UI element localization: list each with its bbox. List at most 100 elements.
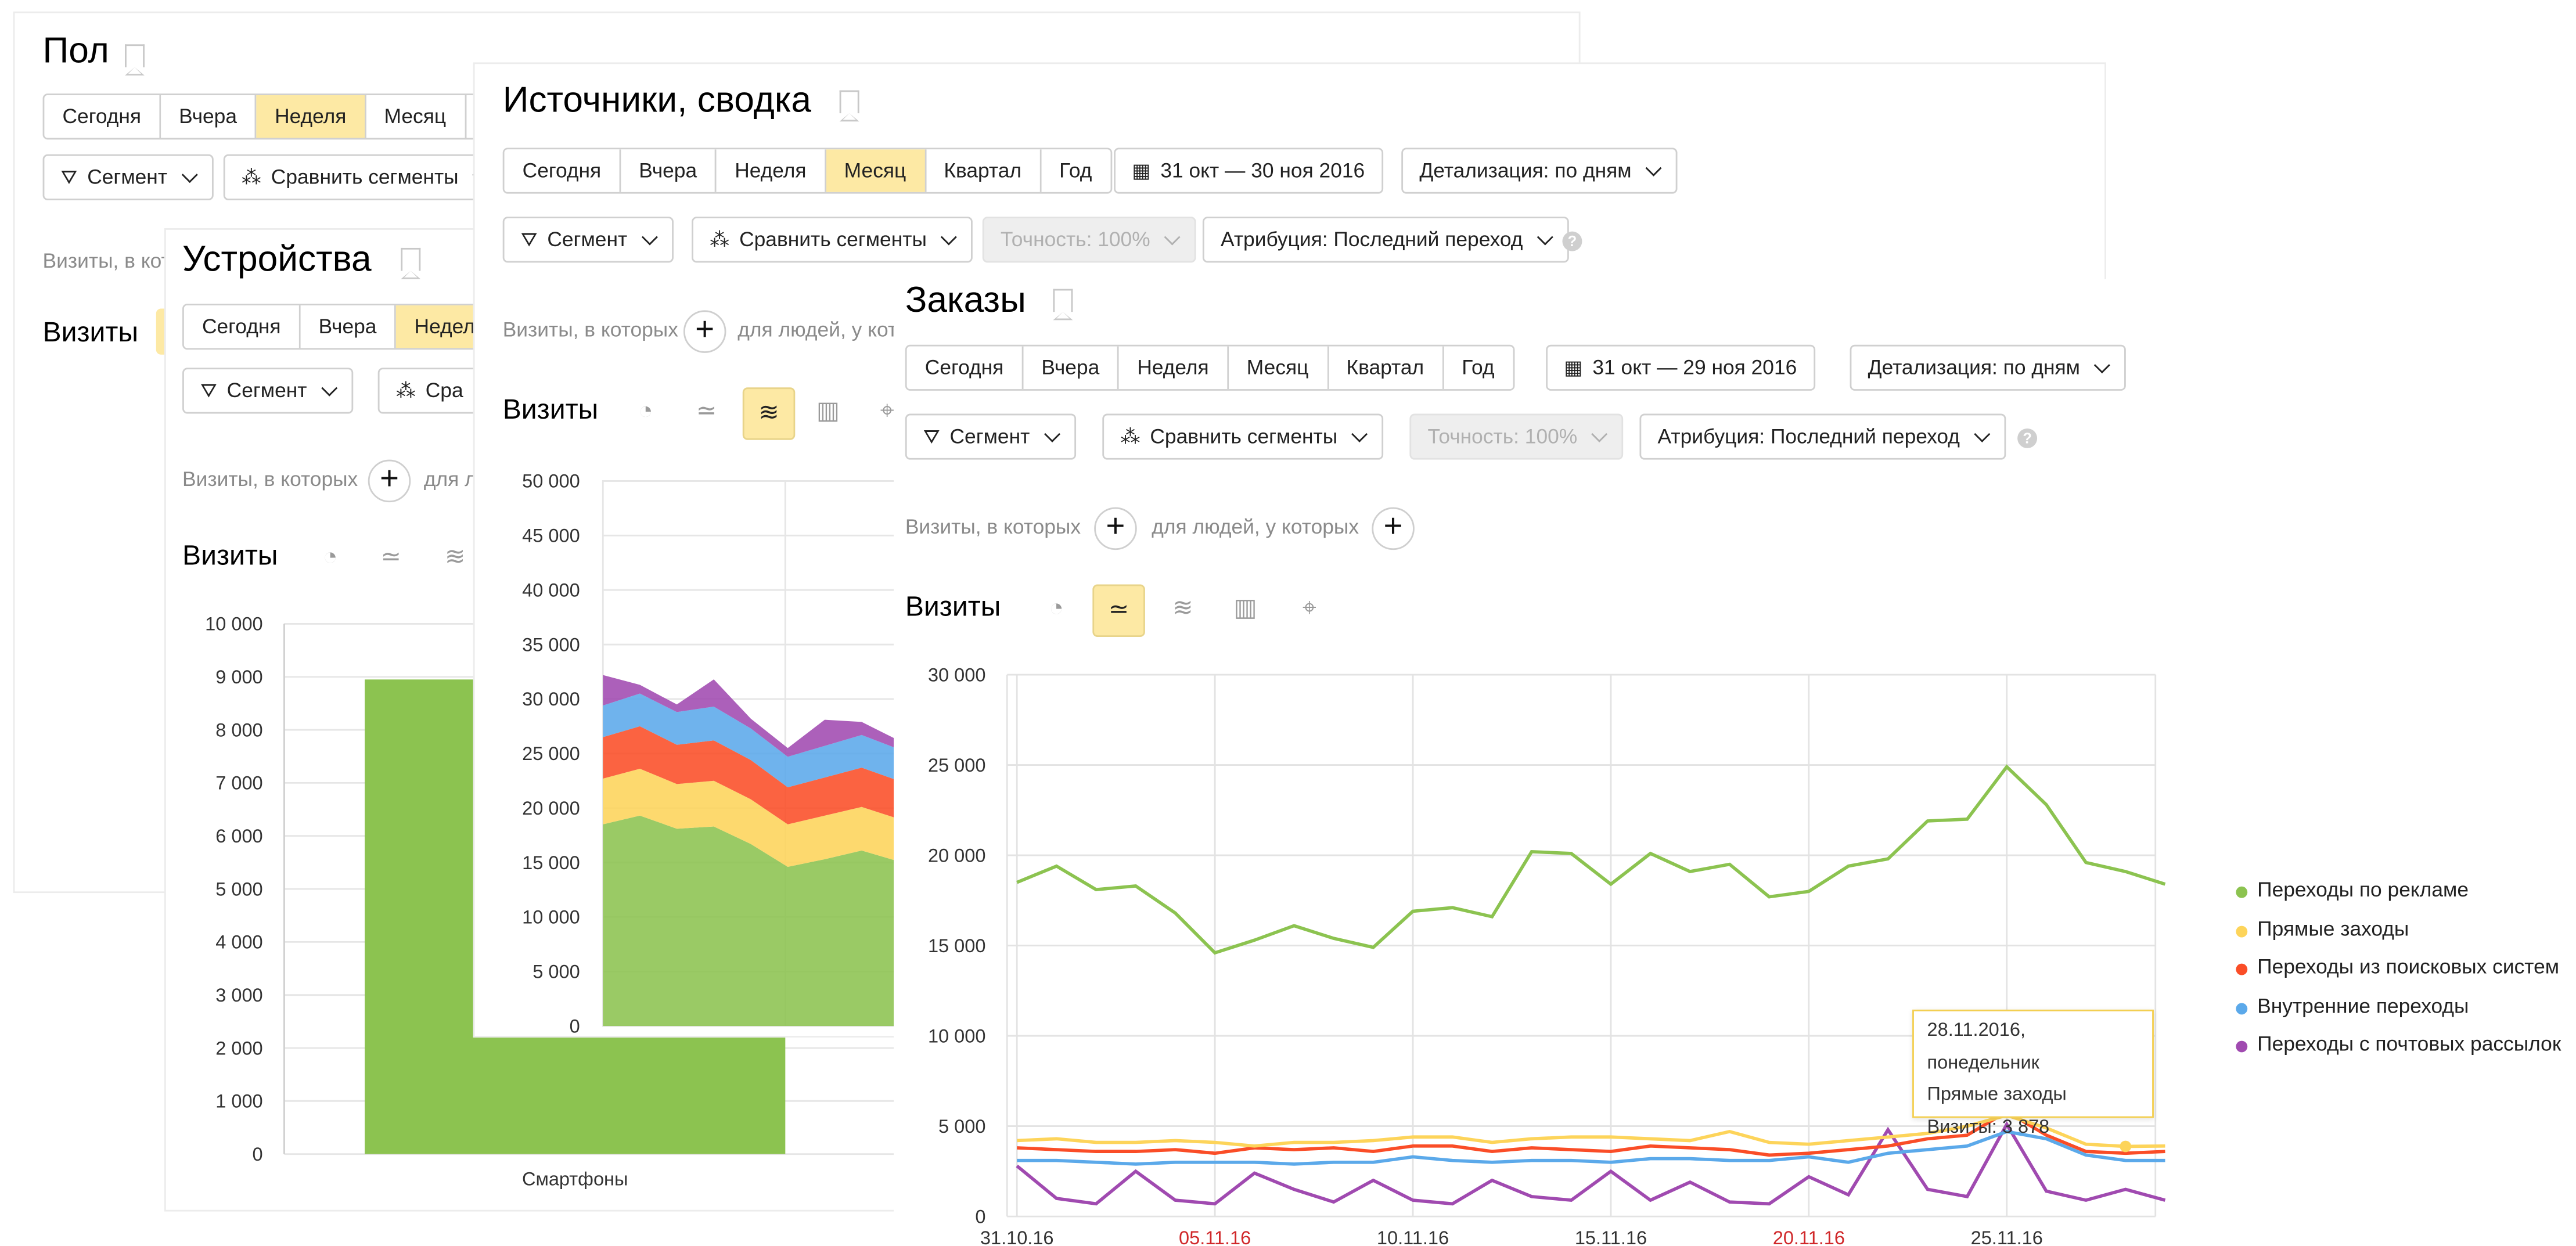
- bar-chart-icon[interactable]: ▥: [803, 387, 852, 437]
- add-filter-button[interactable]: +: [683, 310, 726, 353]
- legend-marker[interactable]: [2236, 925, 2248, 937]
- pie-chart-icon[interactable]: ◔: [1032, 585, 1081, 634]
- line-series: [1016, 764, 2166, 955]
- date-range-button[interactable]: ▦ 31 окт — 30 ноя 2016: [1114, 147, 1383, 194]
- legend-marker[interactable]: [2236, 1040, 2248, 1053]
- period-button[interactable]: Сегодня: [184, 305, 301, 348]
- period-button[interactable]: Неделя: [717, 149, 826, 192]
- period-button[interactable]: Вчера: [161, 95, 257, 138]
- segment-button[interactable]: ⛛ Сегмент: [42, 154, 214, 200]
- bookmark-icon[interactable]: [1053, 289, 1073, 320]
- period-button[interactable]: Квартал: [1328, 346, 1444, 390]
- help-icon[interactable]: ?: [2017, 428, 2038, 448]
- period-button[interactable]: Вчера: [1023, 346, 1120, 390]
- period-selector: Сегодня Вчера Неделя Месяц Квартал Год: [502, 147, 1112, 194]
- segment-button[interactable]: ⛛ Сегмент: [502, 217, 674, 263]
- chevron-down-icon: [1164, 228, 1181, 245]
- legend-item[interactable]: Внутренние переходы: [2257, 994, 2469, 1017]
- filter-label: Визиты, в которых: [182, 467, 358, 491]
- legend-item[interactable]: Переходы с почтовых рассылок: [2257, 1032, 2561, 1056]
- bookmark-icon[interactable]: [125, 44, 145, 76]
- period-button[interactable]: Сегодня: [44, 95, 161, 138]
- y-tick-label: 10 000: [928, 1025, 985, 1046]
- segment-button[interactable]: ⛛ Сегмент: [905, 413, 1076, 460]
- visits-heading: Визиты: [42, 316, 139, 348]
- page-title: Источники, сводка: [502, 78, 812, 120]
- bookmark-icon[interactable]: [401, 247, 421, 279]
- accuracy-dropdown: Точность: 100%: [1409, 413, 1624, 460]
- period-button[interactable]: Квартал: [926, 149, 1041, 192]
- period-button[interactable]: Месяц: [826, 149, 926, 192]
- line-chart-icon[interactable]: ≃: [366, 534, 416, 583]
- y-tick-label: 3 000: [215, 985, 262, 1006]
- page-title: Устройства: [182, 237, 372, 279]
- period-button[interactable]: Месяц: [366, 95, 466, 138]
- attribution-dropdown[interactable]: Атрибуция: Последний переход: [1202, 217, 1569, 263]
- y-tick-label: 50 000: [522, 471, 580, 492]
- drops-icon: ⁂: [395, 379, 416, 402]
- y-tick-label: 7 000: [215, 773, 262, 794]
- x-tick-label: 25.11.16: [1971, 1227, 2043, 1246]
- filter-icon: ⛛: [520, 228, 538, 251]
- period-button[interactable]: Месяц: [1228, 346, 1329, 390]
- area-chart-icon[interactable]: ≋: [742, 387, 796, 440]
- chart-tooltip: 28.11.2016, понедельник Прямые заходы Ви…: [1912, 1009, 2154, 1137]
- chevron-down-icon: [1645, 159, 1662, 176]
- period-button[interactable]: Год: [1444, 346, 1513, 390]
- legend-item[interactable]: Переходы по рекламе: [2257, 878, 2469, 902]
- y-tick-label: 2 000: [215, 1038, 262, 1058]
- chevron-down-icon: [2094, 356, 2111, 373]
- legend-marker[interactable]: [2236, 886, 2248, 898]
- area-chart-icon[interactable]: ≋: [430, 534, 480, 583]
- y-tick-label: 15 000: [522, 852, 580, 873]
- legend-item[interactable]: Переходы из поисковых систем: [2257, 956, 2559, 979]
- period-button[interactable]: Сегодня: [504, 149, 621, 192]
- filter-label: Визиты, в которых: [905, 515, 1081, 539]
- add-people-filter-button[interactable]: +: [1372, 507, 1415, 550]
- period-button[interactable]: Вчера: [300, 305, 397, 348]
- bookmark-icon[interactable]: [839, 90, 859, 122]
- compare-segments-button[interactable]: ⁂ Сравнить сегменты: [223, 154, 505, 200]
- area-chart-icon[interactable]: ≋: [1159, 585, 1208, 634]
- calendar-icon: ▦: [1132, 159, 1151, 182]
- y-tick-label: 25 000: [928, 755, 985, 776]
- pie-chart-icon[interactable]: ◔: [305, 534, 355, 583]
- legend-marker[interactable]: [2236, 963, 2248, 975]
- bar-chart-icon[interactable]: ▥: [1221, 585, 1270, 634]
- compare-segments-button[interactable]: ⁂ Сравнить сегменты: [692, 217, 973, 263]
- help-icon[interactable]: ?: [1562, 231, 1582, 251]
- detail-dropdown[interactable]: Детализация: по дням: [1401, 147, 1678, 194]
- chevron-down-icon: [1974, 425, 1991, 442]
- segment-button[interactable]: ⛛ Сегмент: [182, 368, 353, 414]
- drops-icon: ⁂: [241, 165, 261, 189]
- y-tick-label: 0: [253, 1144, 263, 1165]
- period-selector: СегодняВчераНеделяМесяцКв: [42, 93, 527, 140]
- date-range-button[interactable]: ▦ 31 окт — 29 ноя 2016: [1546, 344, 1815, 391]
- line-chart-icon[interactable]: ≃: [1092, 584, 1145, 638]
- legend-marker[interactable]: [2236, 1002, 2248, 1014]
- period-button[interactable]: Сегодня: [906, 346, 1024, 390]
- sources-area-chart: 0 5 000 10 000 15 000 20 000 25 000 30 000 35 0…: [522, 471, 919, 1036]
- visits-heading: Визиты: [182, 540, 278, 571]
- add-filter-button[interactable]: +: [1094, 507, 1137, 550]
- y-tick-label: 1 000: [215, 1091, 262, 1112]
- pie-chart-icon[interactable]: ◔: [621, 387, 670, 437]
- period-button[interactable]: Неделя: [1119, 346, 1229, 390]
- compare-segments-button[interactable]: ⁂ Сравнить сегменты: [1102, 413, 1384, 460]
- compare-segments-button[interactable]: ⁂ Сра: [377, 368, 481, 414]
- orders-line-chart: 0 5 000 10 000 15 000 20 000 25 000 30 000 31.1…: [928, 664, 2166, 1246]
- period-button[interactable]: Неделя: [256, 95, 366, 138]
- x-tick-label: 15.11.16: [1575, 1227, 1647, 1246]
- attribution-dropdown[interactable]: Атрибуция: Последний переход: [1639, 413, 2006, 460]
- line-chart-icon[interactable]: ≃: [682, 387, 731, 437]
- chevron-down-icon: [1044, 425, 1060, 442]
- map-icon[interactable]: ⌖: [1285, 585, 1334, 634]
- visits-heading: Визиты: [905, 590, 1001, 622]
- period-button[interactable]: Вчера: [621, 149, 717, 192]
- add-filter-button[interactable]: +: [368, 459, 411, 503]
- detail-dropdown[interactable]: Детализация: по дням: [1850, 344, 2127, 391]
- filter-icon: ⛛: [60, 165, 78, 189]
- legend-item[interactable]: Прямые заходы: [2257, 917, 2409, 940]
- y-tick-label: 35 000: [522, 634, 580, 655]
- period-button[interactable]: Год: [1041, 149, 1110, 192]
